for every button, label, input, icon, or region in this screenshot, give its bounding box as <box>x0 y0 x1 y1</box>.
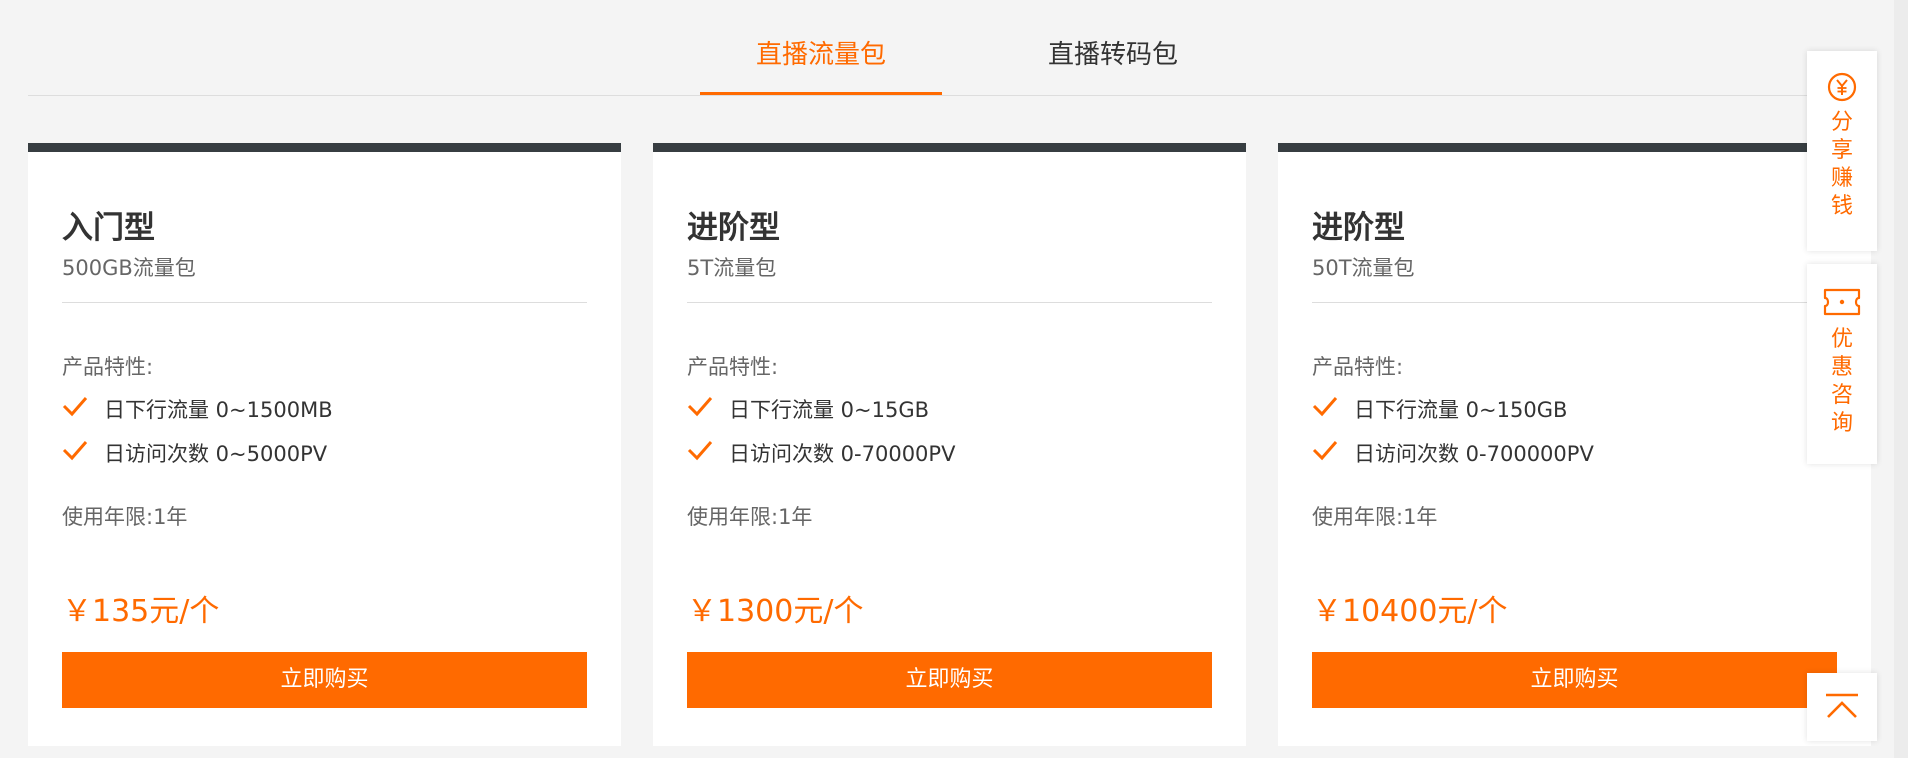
back-to-top-button[interactable] <box>1807 673 1877 741</box>
feature-text: 日下行流量 0~1500MB <box>104 398 333 422</box>
discount-consult-label: 优惠咨询 <box>1830 327 1853 436</box>
features-label: 产品特性: <box>1312 355 1404 379</box>
tab-bar: 直播流量包 直播转码包 <box>28 0 1870 96</box>
card-subtitle: 50T流量包 <box>1312 256 1415 280</box>
card-subtitle: 5T流量包 <box>687 256 777 280</box>
check-icon <box>687 441 713 461</box>
card-title: 进阶型 <box>687 210 780 246</box>
feature-text: 日下行流量 0~15GB <box>729 398 930 422</box>
share-earn-label: 分享赚钱 <box>1830 110 1853 219</box>
price: ￥135元/个 <box>62 594 220 629</box>
card-divider <box>62 302 587 303</box>
price: ￥1300元/个 <box>687 594 864 629</box>
duration-text: 使用年限:1年 <box>687 505 813 529</box>
features-label: 产品特性: <box>62 355 154 379</box>
feature-text: 日下行流量 0~150GB <box>1354 398 1568 422</box>
card-divider <box>1312 302 1837 303</box>
yen-circle-icon <box>1827 72 1857 102</box>
feature-text: 日访问次数 0~5000PV <box>104 442 328 466</box>
card-title: 入门型 <box>62 210 155 246</box>
buy-now-button[interactable]: 立即购买 <box>687 652 1212 708</box>
duration-text: 使用年限:1年 <box>62 505 188 529</box>
check-icon <box>1312 441 1338 461</box>
discount-consult-button[interactable]: 优惠咨询 <box>1807 264 1877 464</box>
package-card-3: 进阶型 50T流量包 产品特性: 日下行流量 0~150GB 日访问次数 0-7… <box>1278 143 1871 746</box>
card-divider <box>687 302 1212 303</box>
check-icon <box>62 441 88 461</box>
tab-live-transcode-package[interactable]: 直播转码包 <box>992 0 1234 95</box>
package-card-1: 入门型 500GB流量包 产品特性: 日下行流量 0~1500MB 日访问次数 … <box>28 143 621 746</box>
page-scrollbar-track <box>1894 0 1908 758</box>
duration-text: 使用年限:1年 <box>1312 505 1438 529</box>
card-subtitle: 500GB流量包 <box>62 256 196 280</box>
back-to-top-icon <box>1826 693 1858 718</box>
check-icon <box>62 397 88 417</box>
feature-text: 日访问次数 0-70000PV <box>729 442 956 466</box>
buy-now-button[interactable]: 立即购买 <box>62 652 587 708</box>
buy-now-button[interactable]: 立即购买 <box>1312 652 1837 708</box>
check-icon <box>687 397 713 417</box>
features-label: 产品特性: <box>687 355 779 379</box>
check-icon <box>1312 397 1338 417</box>
ticket-icon <box>1823 288 1861 316</box>
card-title: 进阶型 <box>1312 210 1405 246</box>
share-earn-button[interactable]: 分享赚钱 <box>1807 51 1877 251</box>
price: ￥10400元/个 <box>1312 594 1508 629</box>
package-card-2: 进阶型 5T流量包 产品特性: 日下行流量 0~15GB 日访问次数 0-700… <box>653 143 1246 746</box>
feature-text: 日访问次数 0-700000PV <box>1354 442 1594 466</box>
tab-live-traffic-package[interactable]: 直播流量包 <box>700 0 942 95</box>
